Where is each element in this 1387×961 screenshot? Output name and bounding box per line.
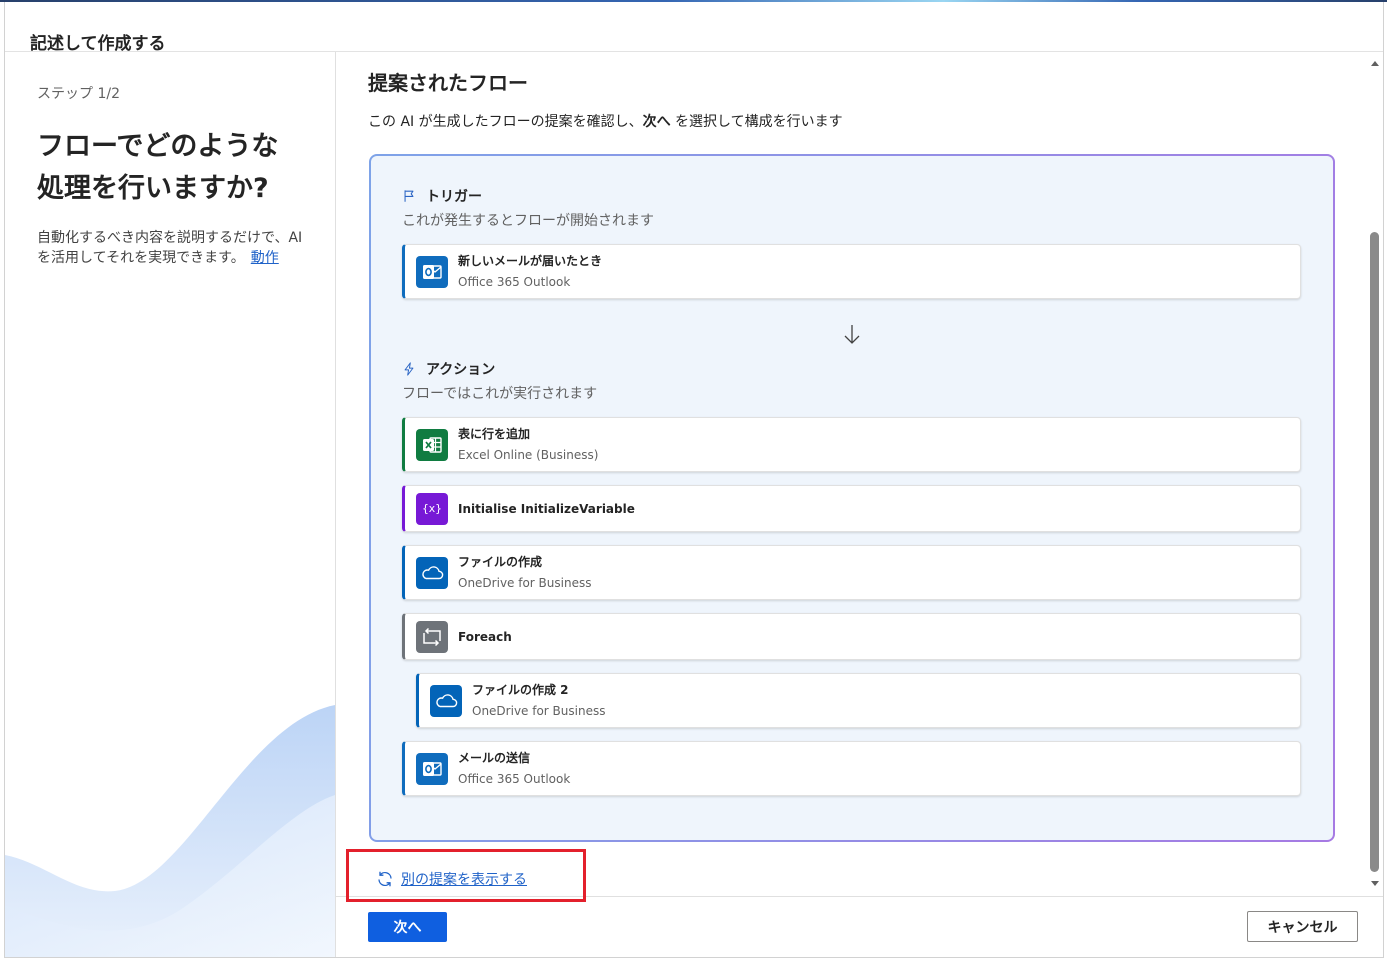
scroll-thumb[interactable] [1370, 232, 1379, 872]
left-description-line-1: 自動化するべき内容を説明するだけで、AI [37, 230, 303, 246]
outlook-icon [416, 255, 448, 288]
trigger-description: これが発生するとフローが開始されます [402, 213, 654, 229]
step-text: ファイルの作成 OneDrive for Business [458, 554, 591, 591]
step-card-trigger: 新しいメールが届いたとき Office 365 Outlook [402, 244, 1301, 299]
learn-more-link[interactable]: 動作 [251, 250, 279, 266]
actions-header: アクション [402, 359, 1301, 379]
suggested-flow-card: トリガー これが発生するとフローが開始されます 新しいメールが届いたとき Off… [369, 154, 1335, 842]
actions-description: フローではこれが実行されます [402, 386, 598, 402]
left-description-line-2: を活用してそれを実現できます。 動作 [37, 248, 302, 268]
refresh-icon [376, 870, 394, 888]
step-title: 表に行を追加 [458, 427, 531, 441]
step-card-foreach: Foreach [402, 613, 1301, 660]
step-text: 新しいメールが届いたとき Office 365 Outlook [458, 253, 602, 290]
intro-text: この AI が生成したフローの提案を確認し、次へ を選択して構成を行います [368, 112, 843, 132]
step-title: メールの送信 [458, 751, 531, 765]
main-panel: 提案されたフロー この AI が生成したフローの提案を確認し、次へ を選択して構… [336, 52, 1366, 895]
excel-icon [416, 428, 448, 461]
page-title: 提案されたフロー [368, 71, 528, 95]
step-title: Initialise InitializeVariable [458, 501, 635, 516]
left-heading: フローでどのような 処理を行いますか? [37, 126, 278, 210]
arrow-down-icon [842, 323, 862, 345]
left-description: 自動化するべき内容を説明するだけで、AI を活用してそれを実現できます。 動作 [37, 228, 302, 268]
step-card-create-file-2: ファイルの作成 2 OneDrive for Business [416, 673, 1301, 728]
trigger-header: トリガー [402, 186, 1301, 206]
onedrive-icon [430, 684, 462, 717]
step-text: 表に行を追加 Excel Online (Business) [458, 426, 598, 463]
left-heading-line-1: フローでどのような [37, 131, 279, 162]
variable-icon: {x} [416, 492, 448, 525]
left-heading-line-2: 処理を行いますか? [37, 173, 269, 204]
show-another-suggestion-label: 別の提案を表示する [401, 872, 527, 888]
step-text: Foreach [458, 629, 512, 645]
trigger-label: トリガー [426, 189, 482, 205]
actions-label: アクション [426, 362, 496, 378]
left-panel: ステップ 1/2 フローでどのような 処理を行いますか? 自動化するべき内容を説… [5, 52, 336, 957]
step-text: メールの送信 Office 365 Outlook [458, 750, 570, 787]
flag-icon [402, 189, 416, 203]
step-title: 新しいメールが届いたとき [458, 254, 603, 268]
step-title: ファイルの作成 [458, 555, 543, 569]
step-card-send-email: メールの送信 Office 365 Outlook [402, 741, 1301, 796]
step-text: Initialise InitializeVariable [458, 501, 635, 517]
step-card-add-row: 表に行を追加 Excel Online (Business) [402, 417, 1301, 472]
step-title: Foreach [458, 629, 512, 644]
intro-text-before: この AI が生成したフローの提案を確認し、 [368, 114, 643, 130]
flow-connector [402, 323, 1301, 345]
step-connector: Excel Online (Business) [458, 448, 599, 462]
scroll-down-arrow-icon[interactable] [1371, 881, 1379, 886]
next-button[interactable]: 次へ [368, 912, 447, 942]
onedrive-icon [416, 556, 448, 589]
decorative-wave [5, 705, 335, 957]
step-connector: Office 365 Outlook [458, 772, 571, 786]
left-description-line-2-text: を活用してそれを実現できます。 [37, 250, 245, 266]
intro-text-emphasis: 次へ [642, 114, 671, 130]
footer-divider [336, 896, 1383, 897]
outlook-icon [416, 752, 448, 785]
loop-icon [416, 620, 448, 653]
lightning-icon [402, 362, 416, 376]
step-text: ファイルの作成 2 OneDrive for Business [472, 682, 605, 719]
variable-glyph: {x} [422, 501, 442, 515]
step-connector: Office 365 Outlook [458, 275, 571, 289]
show-another-suggestion-link[interactable]: 別の提案を表示する [376, 869, 527, 889]
step-indicator: ステップ 1/2 [37, 86, 120, 102]
step-connector: OneDrive for Business [458, 576, 592, 590]
intro-text-after: を選択して構成を行います [670, 114, 843, 130]
main-scrollbar[interactable] [1367, 52, 1382, 895]
step-card-initialize-variable: {x} Initialise InitializeVariable [402, 485, 1301, 532]
scroll-up-arrow-icon[interactable] [1371, 61, 1379, 66]
step-title: ファイルの作成 2 [472, 683, 569, 697]
step-connector: OneDrive for Business [472, 704, 606, 718]
cancel-button[interactable]: キャンセル [1247, 911, 1358, 942]
step-card-create-file: ファイルの作成 OneDrive for Business [402, 545, 1301, 600]
